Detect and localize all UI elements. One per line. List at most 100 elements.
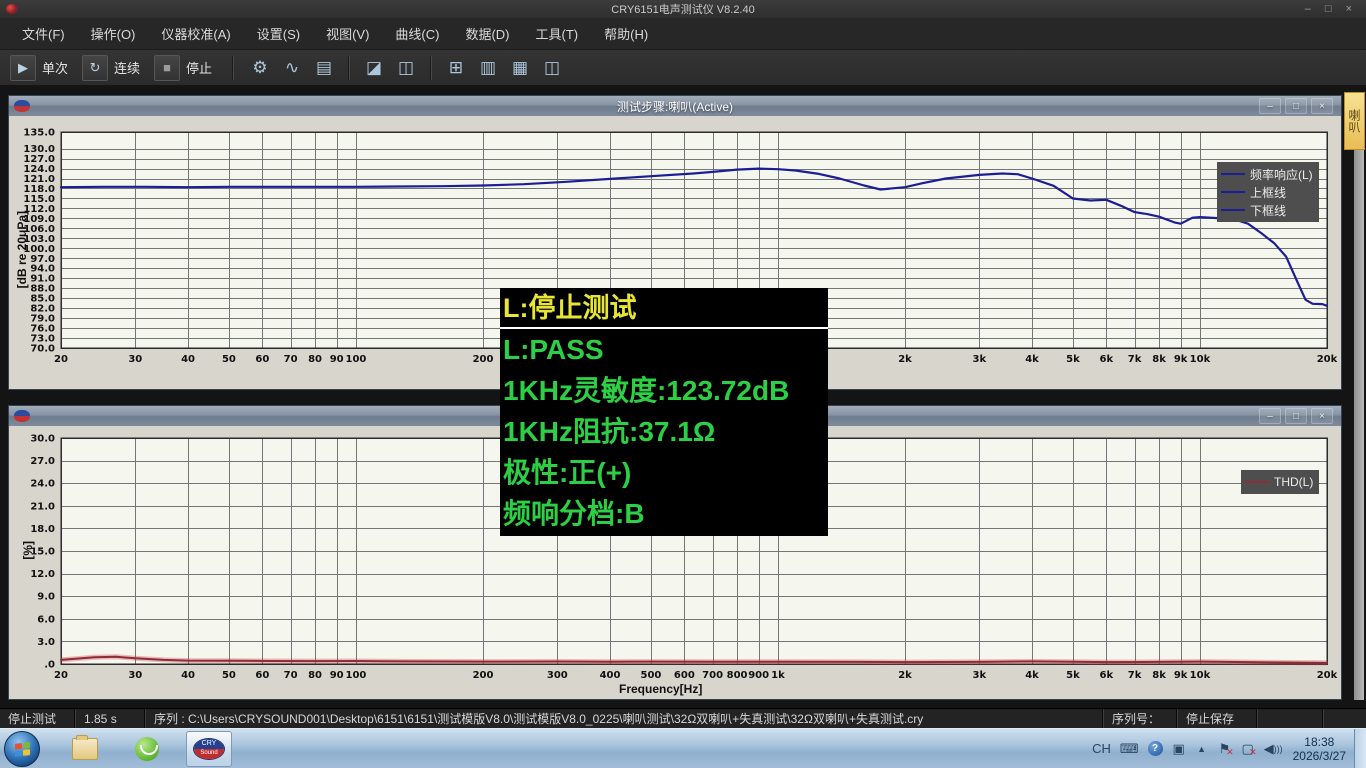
x-axis-tick-label: 50 — [222, 354, 236, 365]
x-axis-tick-label: 10k — [1190, 354, 1211, 365]
legend-entry: THD(L) — [1245, 473, 1313, 491]
start-button[interactable] — [4, 731, 40, 767]
report-export-icon[interactable]: ▤ — [310, 54, 338, 82]
app-title: CRY6151电声测试仪 V8.2.40 — [0, 1, 1366, 17]
x-axis-tick-label: 8k — [1152, 354, 1166, 365]
x-axis-tick-label: 70 — [284, 670, 298, 681]
x-axis-tick-label: 9k — [1174, 670, 1188, 681]
frequency-response-window-title: 测试步骤:喇叭(Active) — [9, 98, 1341, 115]
menubar: 文件(F) 操作(O) 仪器校准(A) 设置(S) 视图(V) 曲线(C) 数据(D) 工具(… — [0, 18, 1366, 50]
restore-window-icon[interactable]: ▣ — [1172, 741, 1186, 757]
legend-line-swatch — [1221, 173, 1245, 175]
x-axis-tick-label: 7k — [1128, 670, 1142, 681]
close-button[interactable]: × — [1346, 3, 1352, 15]
x-axis-tick-label: 40 — [181, 354, 195, 365]
x-axis-tick-label: 100 — [346, 354, 367, 365]
layout-columns-icon[interactable]: ◫ — [538, 54, 566, 82]
menu-item-6[interactable]: 曲线(C) — [389, 21, 445, 46]
minimize-button[interactable]: – — [1305, 3, 1311, 15]
menu-item-3[interactable]: 仪器校准(A) — [155, 21, 236, 46]
y-axis-tick-label: 135.0 — [23, 128, 55, 139]
open-file-icon[interactable]: ◪ — [360, 54, 388, 82]
menu-item-4[interactable]: 设置(S) — [251, 21, 306, 46]
taskbar-browser-button[interactable] — [130, 734, 164, 764]
x-axis-tick-label: 3k — [973, 670, 987, 681]
volume-icon[interactable]: ◀))) — [1264, 741, 1283, 757]
taskbar-clock[interactable]: 18:38 2026/3/27 — [1293, 735, 1346, 763]
x-axis-tick-label: 4k — [1025, 354, 1039, 365]
window-minimize-button[interactable]: – — [1259, 408, 1281, 424]
legend-entry: 上框线 — [1221, 183, 1313, 201]
menu-item-9[interactable]: 帮助(H) — [598, 21, 654, 46]
overlay-result-line: 极性:正(+) — [500, 452, 828, 493]
curve-setup-icon[interactable]: ∿ — [278, 54, 306, 82]
window-close-button[interactable]: × — [1311, 408, 1333, 424]
toolbar-separator — [232, 56, 234, 80]
status-state: 停止测试 — [0, 709, 74, 728]
x-axis-tick-label: 2k — [898, 670, 912, 681]
window-minimize-button[interactable]: – — [1259, 98, 1281, 114]
status-empty-segment — [1258, 709, 1322, 728]
test-result-overlay: L:停止测试L:PASS1KHz灵敏度:123.72dB1KHz阻抗:37.1Ω… — [500, 288, 828, 536]
taskbar-explorer-button[interactable] — [68, 734, 102, 764]
workspace-scrollbar[interactable] — [1354, 95, 1364, 700]
test-settings-icon[interactable]: ⚙ — [246, 54, 274, 82]
menu-item-1[interactable]: 文件(F) — [16, 21, 71, 46]
maximize-button[interactable]: □ — [1325, 3, 1332, 15]
x-axis-tick-label: 800 — [727, 670, 748, 681]
x-axis-tick-label: 60 — [255, 670, 269, 681]
stop-button[interactable]: ■ — [154, 55, 180, 81]
browser-icon — [135, 737, 159, 761]
x-axis-tick-label: 20 — [54, 354, 68, 365]
toolbar-separator — [430, 56, 432, 80]
y-axis-tick-label: 24.0 — [30, 479, 55, 490]
overlay-result-line: L:PASS — [500, 329, 828, 370]
hidden-icons-arrow[interactable]: ▲ — [1195, 741, 1209, 757]
menu-item-7[interactable]: 数据(D) — [459, 21, 515, 46]
main-titlebar: CRY6151电声测试仪 V8.2.40 – □ × — [0, 0, 1366, 18]
layout-rows-icon[interactable]: ▦ — [506, 54, 534, 82]
screen: CRY6151电声测试仪 V8.2.40 – □ × 文件(F) 操作(O) 仪器校… — [0, 0, 1366, 768]
docked-panel-tab[interactable]: 喇叭 — [1344, 92, 1365, 150]
network-status-icon[interactable]: ▢✕ — [1241, 741, 1255, 757]
language-indicator[interactable]: CH — [1092, 741, 1111, 757]
menu-item-8[interactable]: 工具(T) — [530, 21, 585, 46]
run-continuous-button[interactable]: ↻ — [82, 55, 108, 81]
run-single-label: 单次 — [42, 58, 68, 77]
window-close-button[interactable]: × — [1311, 98, 1333, 114]
x-axis-tick-label: 20k — [1317, 670, 1338, 681]
statistics-chart-icon[interactable]: ▥ — [474, 54, 502, 82]
run-single-button[interactable]: ▶ — [10, 55, 36, 81]
x-axis-tick-label: 100 — [346, 670, 367, 681]
y-axis-tick-label: .0 — [44, 660, 55, 671]
frequency-response-titlebar[interactable]: 测试步骤:喇叭(Active) – □ × — [9, 96, 1341, 116]
y-axis-tick-label: 6.0 — [37, 614, 55, 625]
menu-item-2[interactable]: 操作(O) — [85, 21, 142, 46]
x-axis-tick-label: 600 — [674, 670, 695, 681]
y-axis-tick-label: 21.0 — [30, 501, 55, 512]
x-axis-tick-label: 3k — [973, 354, 987, 365]
x-axis-tick-label: 60 — [255, 354, 269, 365]
x-axis-tick-label: 90 — [330, 670, 344, 681]
show-desktop-button[interactable] — [1354, 729, 1366, 768]
status-save-state: 停止保存 — [1178, 709, 1256, 728]
keyboard-icon[interactable]: ⌨ — [1120, 741, 1139, 757]
new-curve-window-icon[interactable]: ⊞ — [442, 54, 470, 82]
explorer-icon — [72, 738, 98, 760]
menu-item-5[interactable]: 视图(V) — [320, 21, 375, 46]
taskbar-cry-app-button[interactable]: CRY Sound — [186, 731, 232, 767]
x-axis-tick-label: 200 — [473, 670, 494, 681]
legend-entry: 频率响应(L) — [1221, 165, 1313, 183]
legend-line-swatch — [1245, 481, 1269, 483]
action-center-icon[interactable]: ⚑✕ — [1218, 741, 1232, 757]
y-axis-tick-label: 3.0 — [37, 637, 55, 648]
windows-flag-icon — [15, 742, 29, 755]
help-icon[interactable]: ? — [1148, 741, 1163, 757]
status-serial-label: 序列号： — [1104, 709, 1176, 728]
window-maximize-button[interactable]: □ — [1285, 408, 1307, 424]
window-maximize-button[interactable]: □ — [1285, 98, 1307, 114]
x-axis-tick-label: 30 — [128, 670, 142, 681]
save-file-icon[interactable]: ◫ — [392, 54, 420, 82]
status-elapsed-time: 1.85 s — [76, 709, 144, 728]
legend-line-swatch — [1221, 209, 1245, 211]
